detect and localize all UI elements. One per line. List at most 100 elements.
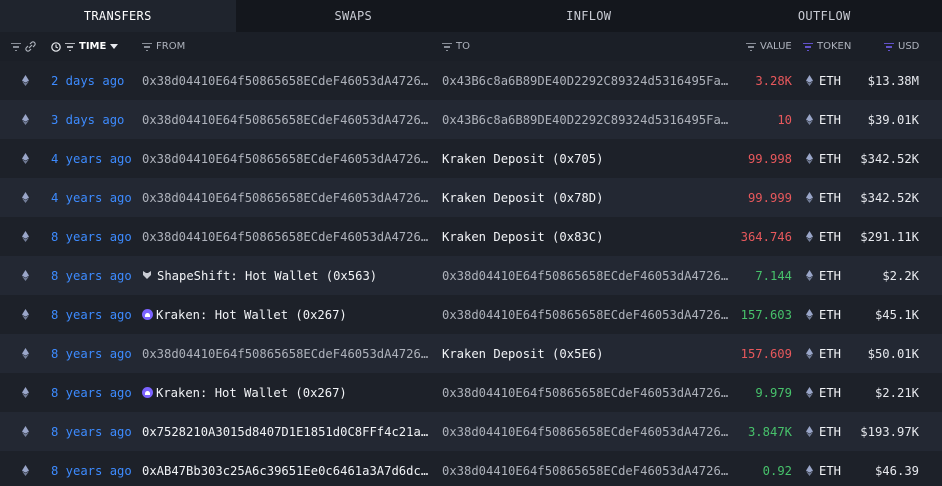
tab-swaps[interactable]: SWAPS: [236, 0, 472, 32]
from-address[interactable]: 0x38d04410E64f50865658ECdeF46053dA4726…: [142, 334, 434, 373]
value-amount: 3.28K: [755, 73, 792, 88]
shapeshift-fox-icon: [143, 270, 151, 279]
token-symbol: ETH: [819, 151, 842, 166]
from-text: 0x38d04410E64f50865658ECdeF46053dA4726…: [142, 190, 429, 205]
table-row[interactable]: 8 years ago Kraken: Hot Wallet (0x267) 0x3…: [0, 295, 942, 334]
chain-icon-cell: [22, 373, 34, 412]
kraken-icon: [142, 309, 153, 320]
from-address[interactable]: 0x38d04410E64f50865658ECdeF46053dA4726…: [142, 217, 434, 256]
table-row[interactable]: 8 years ago Kraken: Hot Wallet (0x267) 0x3…: [0, 373, 942, 412]
tab-inflow[interactable]: INFLOW: [471, 0, 707, 32]
from-address[interactable]: 0x38d04410E64f50865658ECdeF46053dA4726…: [142, 139, 434, 178]
from-text: 0x7528210A3015d8407D1E1851d0C8FFf4c21a…: [142, 424, 429, 439]
tab-outflow[interactable]: OUTFLOW: [707, 0, 942, 32]
time-link[interactable]: 8 years ago: [51, 412, 139, 451]
time-link[interactable]: 8 years ago: [51, 217, 139, 256]
table-row[interactable]: 8 years ago ShapeShift: Hot Wallet (0x563…: [0, 256, 942, 295]
table-row[interactable]: 4 years ago 0x38d04410E64f50865658ECdeF46…: [0, 178, 942, 217]
time-link[interactable]: 8 years ago: [51, 295, 139, 334]
to-text: Kraken Deposit (0x83C): [442, 229, 604, 244]
tab-transfers[interactable]: TRANSFERS: [0, 0, 236, 32]
ethereum-icon: [22, 192, 29, 203]
from-address[interactable]: ShapeShift: Hot Wallet (0x563): [142, 256, 434, 295]
to-address[interactable]: 0x43B6c8a6B89DE40D2292C89324d5316495Fa…: [442, 100, 734, 139]
to-address[interactable]: 0x38d04410E64f50865658ECdeF46053dA4726…: [442, 295, 734, 334]
time-link[interactable]: 8 years ago: [51, 334, 139, 373]
table-row[interactable]: 4 years ago 0x38d04410E64f50865658ECdeF46…: [0, 139, 942, 178]
table-row[interactable]: 8 years ago 0xAB47Bb303c25A6c39651Ee0c646…: [0, 451, 942, 486]
from-address[interactable]: 0x38d04410E64f50865658ECdeF46053dA4726…: [142, 100, 434, 139]
filter-icon[interactable]: [884, 42, 894, 51]
link-icon[interactable]: [25, 41, 36, 52]
chain-filter[interactable]: [11, 32, 36, 61]
filter-icon[interactable]: [11, 42, 21, 51]
chain-icon-cell: [22, 295, 34, 334]
to-text: Kraken Deposit (0x78D): [442, 190, 604, 205]
to-address[interactable]: Kraken Deposit (0x705): [442, 139, 734, 178]
ethereum-icon: [806, 309, 813, 320]
from-text: 0x38d04410E64f50865658ECdeF46053dA4726…: [142, 73, 429, 88]
from-column-header[interactable]: FROM: [142, 32, 185, 61]
from-address[interactable]: 0x38d04410E64f50865658ECdeF46053dA4726…: [142, 178, 434, 217]
table-row[interactable]: 8 years ago 0x7528210A3015d8407D1E1851d0C…: [0, 412, 942, 451]
to-text: 0x43B6c8a6B89DE40D2292C89324d5316495Fa…: [442, 73, 729, 88]
usd-amount: $193.97K: [860, 424, 919, 439]
chain-icon-cell: [22, 178, 34, 217]
from-address[interactable]: 0x7528210A3015d8407D1E1851d0C8FFf4c21a…: [142, 412, 434, 451]
ethereum-icon: [806, 231, 813, 242]
usd-amount: $50.01K: [867, 346, 919, 361]
value-amount: 99.999: [747, 190, 792, 205]
time-column-header[interactable]: TIME: [51, 32, 119, 61]
ethereum-icon: [22, 114, 29, 125]
time-link[interactable]: 2 days ago: [51, 61, 139, 100]
filter-icon[interactable]: [65, 42, 75, 51]
table-row[interactable]: 3 days ago 0x38d04410E64f50865658ECdeF460…: [0, 100, 942, 139]
to-address[interactable]: 0x43B6c8a6B89DE40D2292C89324d5316495Fa…: [442, 61, 734, 100]
shapeshift-icon: [142, 269, 152, 283]
time-link[interactable]: 8 years ago: [51, 373, 139, 412]
table-row[interactable]: 2 days ago 0x38d04410E64f50865658ECdeF460…: [0, 61, 942, 100]
time-link[interactable]: 8 years ago: [51, 451, 139, 486]
to-address[interactable]: 0x38d04410E64f50865658ECdeF46053dA4726…: [442, 373, 734, 412]
value-column-header[interactable]: VALUE: [746, 32, 792, 61]
filter-icon[interactable]: [442, 42, 452, 51]
time-link[interactable]: 4 years ago: [51, 139, 139, 178]
table-row[interactable]: 8 years ago 0x38d04410E64f50865658ECdeF46…: [0, 217, 942, 256]
to-text: Kraken Deposit (0x705): [442, 151, 604, 166]
usd-amount: $39.01K: [867, 112, 919, 127]
tab-bar: TRANSFERS SWAPS INFLOW OUTFLOW: [0, 0, 942, 32]
filter-icon[interactable]: [142, 42, 152, 51]
from-address[interactable]: 0x38d04410E64f50865658ECdeF46053dA4726…: [142, 61, 434, 100]
from-address[interactable]: 0xAB47Bb303c25A6c39651Ee0c6461a3A7d6dc…: [142, 451, 434, 486]
value-amount: 10: [777, 112, 792, 127]
to-address[interactable]: Kraken Deposit (0x78D): [442, 178, 734, 217]
ethereum-icon: [22, 387, 29, 398]
ethereum-icon: [806, 75, 813, 86]
to-address[interactable]: 0x38d04410E64f50865658ECdeF46053dA4726…: [442, 256, 734, 295]
time-link[interactable]: 8 years ago: [51, 256, 139, 295]
to-address[interactable]: Kraken Deposit (0x83C): [442, 217, 734, 256]
table-row[interactable]: 8 years ago 0x38d04410E64f50865658ECdeF46…: [0, 334, 942, 373]
from-text: Kraken: Hot Wallet (0x267): [156, 307, 347, 322]
to-address[interactable]: 0x38d04410E64f50865658ECdeF46053dA4726…: [442, 451, 734, 486]
to-column-header[interactable]: TO: [442, 32, 470, 61]
filter-icon[interactable]: [803, 42, 813, 51]
filter-icon[interactable]: [746, 42, 756, 51]
time-link[interactable]: 4 years ago: [51, 178, 139, 217]
from-column-label: FROM: [156, 41, 186, 52]
usd-column-header[interactable]: USD: [884, 32, 919, 61]
token-symbol: ETH: [819, 229, 842, 244]
from-address[interactable]: Kraken: Hot Wallet (0x267): [142, 373, 434, 412]
token-column-header[interactable]: TOKEN: [803, 32, 851, 61]
from-address[interactable]: Kraken: Hot Wallet (0x267): [142, 295, 434, 334]
to-text: Kraken Deposit (0x5E6): [442, 346, 604, 361]
to-address[interactable]: Kraken Deposit (0x5E6): [442, 334, 734, 373]
chain-icon-cell: [22, 139, 34, 178]
to-address[interactable]: 0x38d04410E64f50865658ECdeF46053dA4726…: [442, 412, 734, 451]
from-text: Kraken: Hot Wallet (0x267): [156, 385, 347, 400]
sort-down-icon[interactable]: [110, 44, 119, 49]
time-link[interactable]: 3 days ago: [51, 100, 139, 139]
token-symbol: ETH: [819, 385, 842, 400]
clock-icon: [51, 41, 61, 52]
value-amount: 157.609: [740, 346, 792, 361]
